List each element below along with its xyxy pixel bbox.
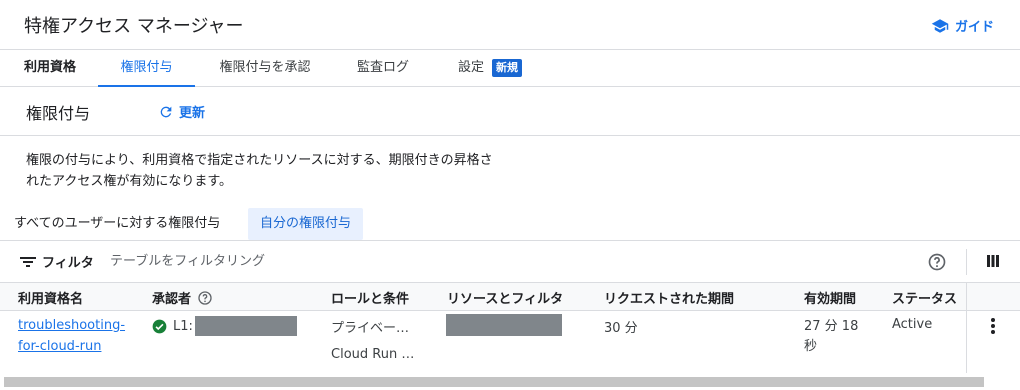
school-icon	[931, 18, 949, 33]
tab-label: 監査ログ	[356, 60, 409, 75]
role-condition-line: Cloud Run …	[331, 347, 415, 362]
column-header[interactable]: 有効期間	[804, 288, 856, 307]
guide-label: ガイド	[954, 20, 994, 35]
active-duration-line: 秒	[804, 339, 818, 354]
actions-column-divider	[966, 283, 967, 373]
requested-duration: 30 分	[604, 321, 638, 336]
column-display-button[interactable]	[985, 253, 1001, 273]
column-header[interactable]: ステータス	[892, 288, 957, 307]
refresh-label: 更新	[179, 106, 206, 121]
column-header[interactable]: 利用資格名	[18, 288, 83, 307]
refresh-icon	[160, 106, 172, 117]
tab-entitlements[interactable]: 利用資格	[0, 50, 100, 87]
tab-label: 権限付与	[120, 60, 173, 75]
column-header[interactable]: リクエストされた期間	[604, 288, 734, 307]
all-users-grants-chip[interactable]: すべてのユーザーに対する権限付与	[2, 208, 232, 240]
approver-level: L1:	[173, 318, 193, 334]
check-circle-icon	[152, 319, 167, 333]
app-header: 特権アクセス マネージャー ガイド	[0, 0, 1020, 50]
help-button[interactable]	[927, 252, 947, 276]
entitlement-link-line: troubleshooting-	[18, 318, 126, 333]
redacted-approver	[194, 316, 297, 336]
tab-grants[interactable]: 権限付与	[98, 50, 195, 87]
filter-label: フィルタ	[42, 256, 94, 271]
column-icon	[987, 255, 999, 267]
active-duration-line: 27 分 18	[804, 319, 859, 334]
tab-label: 利用資格	[23, 60, 76, 75]
table-header: 利用資格名 承認者 ロールと条件 リソースとフィルタ リクエストされた期間 有効…	[0, 283, 1020, 311]
entitlement-link[interactable]: troubleshooting- for-cloud-run	[18, 315, 125, 357]
redacted-resource	[446, 314, 562, 336]
filter-button[interactable]: フィルタ	[20, 252, 94, 271]
column-header-approver[interactable]: 承認者	[152, 288, 213, 307]
active-duration: 27 分 18 秒	[804, 317, 858, 357]
description-text: 権限の付与により、利用資格で指定されたリソースに対する、期限付きの昇格さ れたア…	[26, 153, 493, 189]
guide-link[interactable]: ガイド	[931, 16, 994, 35]
help-icon[interactable]	[197, 290, 213, 306]
filter-input[interactable]	[110, 249, 890, 273]
status-text: Active	[892, 317, 933, 332]
new-badge: 新規	[492, 58, 522, 77]
tab-audit-logs[interactable]: 監査ログ	[340, 50, 426, 87]
approver-cell: L1:	[152, 316, 297, 336]
toolbar-divider	[966, 249, 967, 275]
column-header[interactable]: リソースとフィルタ	[447, 288, 563, 307]
page-title: 権限付与	[26, 104, 91, 123]
column-header-label: 承認者	[152, 292, 192, 307]
tab-approve-grants[interactable]: 権限付与を承認	[200, 50, 330, 87]
help-icon	[928, 253, 946, 271]
entitlement-link-line: for-cloud-run	[18, 339, 102, 354]
tab-bar: 利用資格 権限付与 権限付与を承認 監査ログ 設定 新規	[0, 50, 1020, 87]
refresh-button[interactable]: 更新	[158, 102, 205, 121]
table-row: troubleshooting- for-cloud-run L1: プライベー…	[0, 311, 1020, 374]
horizontal-scrollbar[interactable]	[4, 377, 984, 387]
tab-label: 権限付与を承認	[219, 60, 311, 75]
my-grants-chip[interactable]: 自分の権限付与	[248, 208, 364, 240]
more-vert-icon	[991, 318, 995, 334]
tab-label: 設定	[457, 60, 484, 75]
filter-bar: フィルタ	[0, 240, 1020, 283]
tab-settings[interactable]: 設定 新規	[440, 50, 540, 87]
filter-icon	[20, 256, 36, 267]
role-condition-line: プライベー…	[331, 321, 410, 336]
column-header[interactable]: ロールと条件	[331, 288, 409, 307]
app-title: 特権アクセス マネージャー	[24, 16, 244, 37]
row-actions-button[interactable]	[985, 317, 1001, 339]
section-header: 権限付与 更新	[0, 87, 1020, 136]
